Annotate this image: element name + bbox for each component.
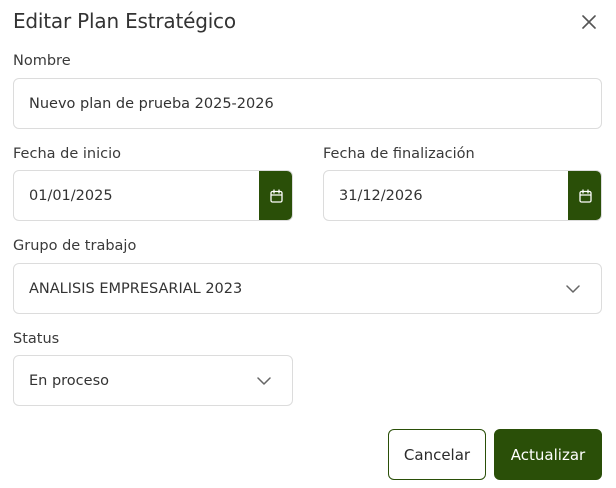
calendar-icon <box>578 188 592 203</box>
name-input-value: Nuevo plan de prueba 2025-2026 <box>29 95 274 112</box>
status-select[interactable]: En proceso <box>13 355 293 406</box>
end-date-label: Fecha de finalización <box>323 146 475 162</box>
start-date-label: Fecha de inicio <box>13 146 121 162</box>
work-group-select[interactable]: ANALISIS EMPRESARIAL 2023 <box>13 263 602 314</box>
end-date-input[interactable]: 31/12/2026 <box>324 171 568 220</box>
update-button[interactable]: Actualizar <box>494 429 602 480</box>
close-button[interactable] <box>578 11 600 33</box>
work-group-label: Grupo de trabajo <box>13 238 137 254</box>
chevron-down-icon <box>257 376 271 385</box>
chevron-down-icon <box>566 284 580 293</box>
start-date-input[interactable]: 01/01/2025 <box>14 171 259 220</box>
start-date-field: 01/01/2025 <box>13 170 293 221</box>
work-group-chevron <box>557 264 601 313</box>
status-label: Status <box>13 331 60 347</box>
start-date-picker-button[interactable] <box>259 171 292 220</box>
end-date-field: 31/12/2026 <box>323 170 602 221</box>
status-selected-value: En proceso <box>29 372 109 389</box>
name-label: Nombre <box>13 53 71 69</box>
calendar-icon <box>269 188 283 203</box>
close-icon <box>582 15 596 29</box>
name-input[interactable]: Nuevo plan de prueba 2025-2026 <box>13 78 602 129</box>
end-date-picker-button[interactable] <box>568 171 601 220</box>
cancel-button[interactable]: Cancelar <box>388 429 486 480</box>
edit-strategic-plan-dialog: Editar Plan Estratégico Nombre Nuevo pla… <box>0 0 616 488</box>
work-group-selected-value: ANALISIS EMPRESARIAL 2023 <box>29 280 243 297</box>
status-chevron <box>248 356 292 405</box>
dialog-title: Editar Plan Estratégico <box>13 9 236 33</box>
